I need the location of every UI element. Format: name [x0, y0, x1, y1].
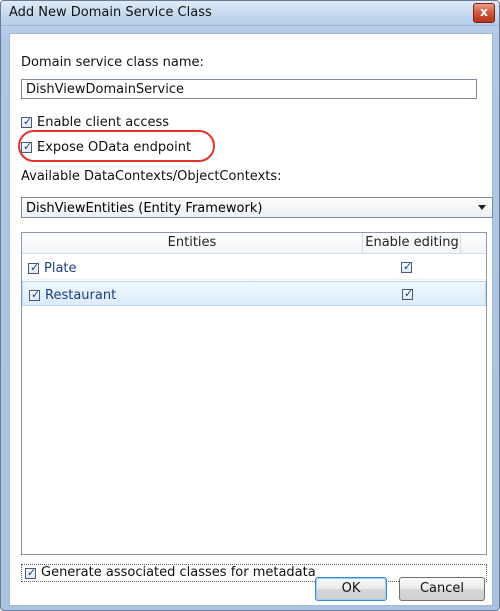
- enable-client-access-checkbox[interactable]: ✓ Enable client access: [21, 115, 169, 130]
- grid-header: Entities Enable editing: [22, 233, 486, 254]
- checkmark-icon: ✓: [31, 288, 41, 301]
- entities-grid: Entities Enable editing ✓ Plate ✓ ✓ Rest…: [21, 232, 487, 555]
- ok-button[interactable]: OK: [315, 577, 387, 601]
- dialog-title: Add New Domain Service Class: [9, 5, 212, 20]
- cancel-button[interactable]: Cancel: [399, 577, 485, 601]
- table-row[interactable]: ✓ Plate ✓: [22, 255, 486, 280]
- table-row-selected[interactable]: ✓ Restaurant ✓: [22, 281, 486, 306]
- dialog-window: Add New Domain Service Class x Domain se…: [0, 0, 500, 611]
- available-contexts-label: Available DataContexts/ObjectContexts:: [21, 169, 282, 184]
- checkbox-icon: ✓: [29, 288, 41, 301]
- context-dropdown[interactable]: DishViewEntities (Entity Framework): [21, 197, 493, 218]
- checkmark-icon: ✓: [27, 565, 37, 579]
- checkmark-icon: ✓: [23, 115, 33, 128]
- checkmark-icon: ✓: [23, 140, 33, 153]
- close-icon: x: [480, 5, 488, 19]
- checkbox-icon: ✓: [21, 140, 33, 153]
- close-button[interactable]: x: [473, 3, 495, 23]
- restaurant-editing-checkbox[interactable]: ✓: [402, 287, 414, 300]
- chevron-down-icon: [478, 205, 486, 210]
- title-bar: Add New Domain Service Class x: [1, 1, 499, 26]
- entities-column-header[interactable]: Entities: [22, 233, 362, 253]
- enable-client-access-label: Enable client access: [37, 115, 170, 130]
- generate-metadata-label: Generate associated classes for metadata: [41, 565, 316, 580]
- checkbox-icon: ✓: [25, 565, 37, 579]
- plate-entity-checkbox[interactable]: ✓ Plate: [28, 261, 77, 276]
- restaurant-entity-checkbox[interactable]: ✓ Restaurant: [29, 288, 116, 303]
- empty-column-header: [460, 233, 486, 253]
- enable-editing-column-header[interactable]: Enable editing: [362, 233, 461, 253]
- plate-entity-label: Plate: [44, 261, 77, 276]
- selected-context-text: DishViewEntities (Entity Framework): [26, 201, 263, 216]
- checkbox-icon: ✓: [28, 261, 40, 274]
- domain-service-class-input[interactable]: DishViewDomainService: [21, 79, 477, 99]
- checkmark-icon: ✓: [403, 260, 413, 273]
- plate-editing-checkbox[interactable]: ✓: [401, 260, 413, 273]
- checkmark-icon: ✓: [30, 261, 40, 274]
- expose-odata-label: Expose OData endpoint: [37, 140, 192, 155]
- expose-odata-checkbox[interactable]: ✓ Expose OData endpoint: [21, 140, 191, 155]
- checkbox-icon: ✓: [21, 115, 33, 128]
- domain-service-class-label: Domain service class name:: [21, 55, 204, 70]
- checkmark-icon: ✓: [404, 287, 414, 300]
- restaurant-entity-label: Restaurant: [45, 288, 117, 303]
